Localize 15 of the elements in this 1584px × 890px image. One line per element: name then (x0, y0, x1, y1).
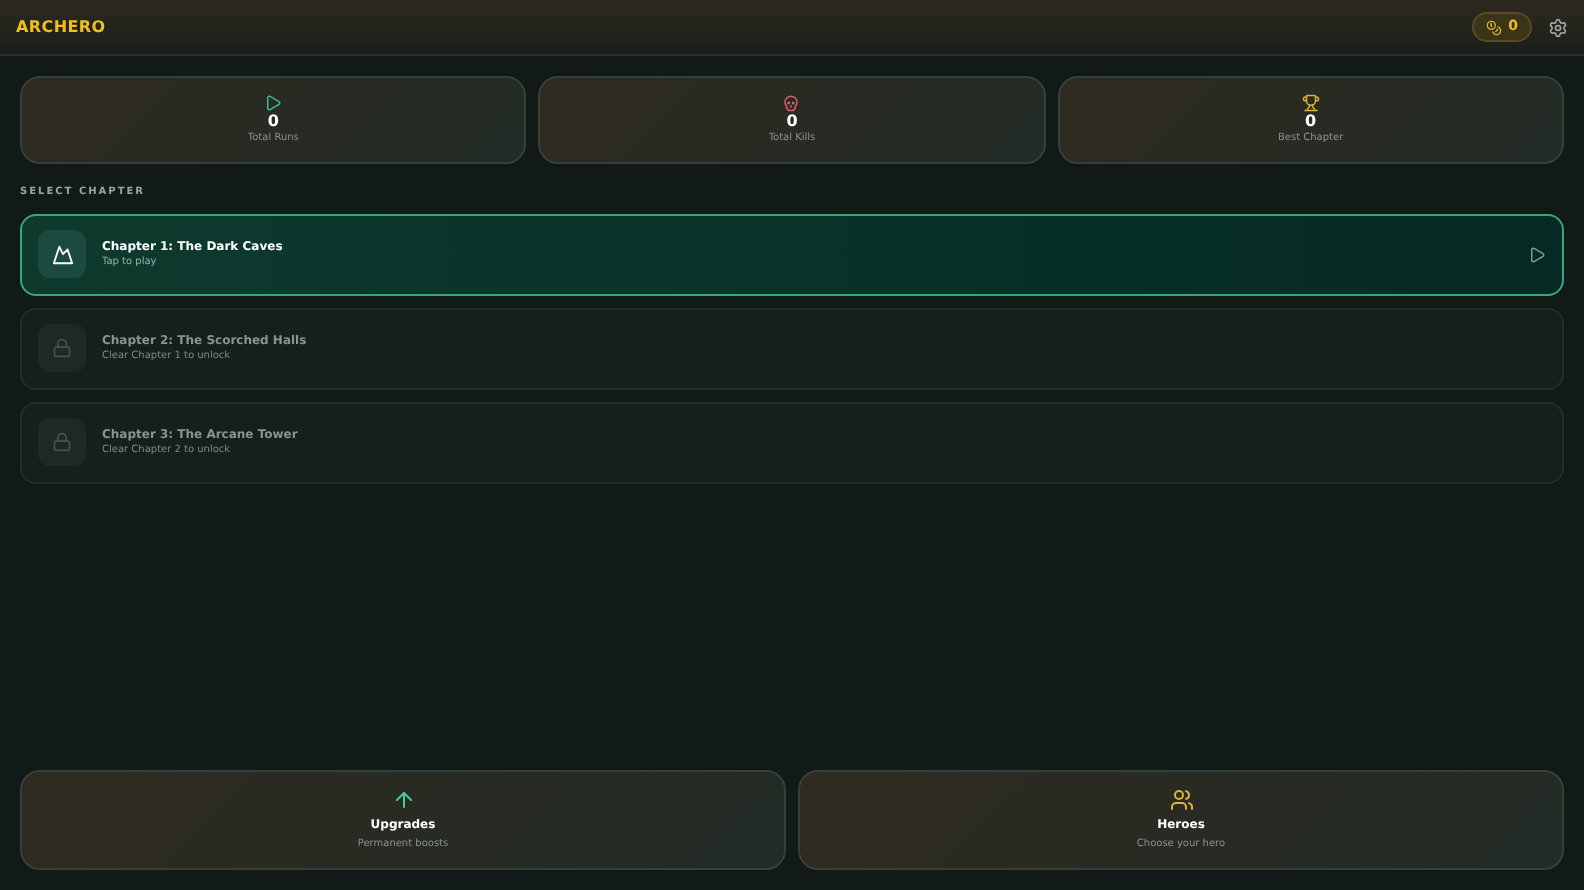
lock-icon (52, 338, 72, 358)
stat-value: 0 (1305, 113, 1317, 130)
coins-icon (1486, 19, 1503, 35)
mountain-icon (51, 243, 73, 265)
app-title: ARCHERO (16, 15, 106, 39)
trophy-icon (1301, 93, 1320, 112)
stat-value: 0 (267, 113, 279, 130)
users-icon (1169, 787, 1193, 812)
stat-value: 0 (786, 113, 798, 130)
settings-icon[interactable] (1548, 17, 1568, 37)
lock-icon (52, 432, 72, 452)
arrow-up-icon (391, 787, 415, 812)
skull-icon (782, 93, 801, 112)
play-icon (264, 93, 283, 112)
play-icon (1528, 245, 1546, 263)
